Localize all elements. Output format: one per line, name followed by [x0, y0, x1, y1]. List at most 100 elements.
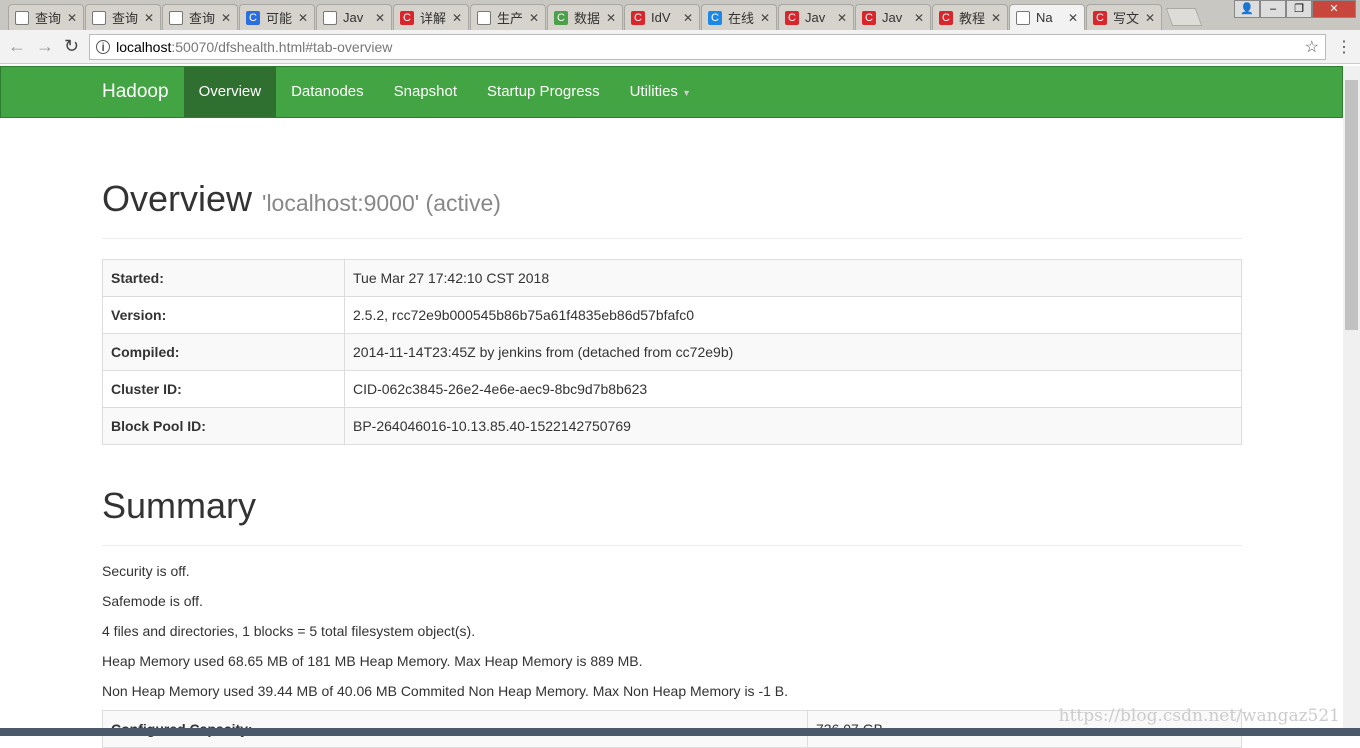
- browser-tab[interactable]: C IdV ✕: [624, 4, 700, 30]
- csdn-icon: C: [1093, 10, 1107, 25]
- page-icon: [15, 10, 29, 25]
- taskbar: [0, 728, 1360, 736]
- maximize-button[interactable]: ❐: [1286, 0, 1312, 18]
- page-icon: [169, 10, 183, 25]
- tab-label: 写文: [1113, 11, 1139, 26]
- close-tab-icon[interactable]: ✕: [683, 11, 693, 25]
- close-tab-icon[interactable]: ✕: [606, 11, 616, 25]
- browser-tab[interactable]: C 详解 ✕: [393, 4, 469, 30]
- watermark: https://blog.csdn.net/wangaz521: [1058, 706, 1340, 726]
- table-row: Compiled: 2014-11-14T23:45Z by jenkins fr…: [102, 333, 1242, 371]
- close-tab-icon[interactable]: ✕: [1068, 11, 1078, 25]
- page-icon: [92, 10, 106, 25]
- scrollbar[interactable]: [1343, 66, 1360, 728]
- overview-table: Started: Tue Mar 27 17:42:10 CST 2018 Vers…: [102, 259, 1242, 445]
- tab-label: Jav: [343, 10, 364, 25]
- site-icon: C: [554, 10, 568, 25]
- browser-tab[interactable]: C Jav ✕: [855, 4, 931, 30]
- nav-snapshot[interactable]: Snapshot: [379, 67, 472, 117]
- close-tab-icon[interactable]: ✕: [529, 11, 539, 25]
- browser-tab[interactable]: 查询 ✕: [8, 4, 84, 30]
- minimize-button[interactable]: –: [1260, 0, 1286, 18]
- browser-tab[interactable]: C 在线 ✕: [701, 4, 777, 30]
- back-icon[interactable]: ←: [8, 36, 26, 57]
- summary-line: 4 files and directories, 1 blocks = 5 to…: [102, 623, 476, 639]
- summary-heading: Summary: [102, 485, 1242, 546]
- row-value: 2014-11-14T23:45Z by jenkins from (detac…: [344, 333, 1242, 371]
- tab-label: 在线: [728, 11, 754, 26]
- user-icon[interactable]: 👤: [1234, 0, 1260, 18]
- summary-line: Heap Memory used 68.65 MB of 181 MB Heap…: [102, 653, 643, 669]
- browser-tab[interactable]: C 数据 ✕: [547, 4, 623, 30]
- menu-icon[interactable]: ⋮: [1336, 37, 1352, 57]
- browser-tab[interactable]: C 教程 ✕: [932, 4, 1008, 30]
- browser-tab[interactable]: C 写文 ✕: [1086, 4, 1162, 30]
- page-icon: [477, 10, 491, 25]
- bookmark-star-icon[interactable]: ☆: [1305, 37, 1319, 57]
- close-tab-icon[interactable]: ✕: [837, 11, 847, 25]
- table-row: Version: 2.5.2, rcc72e9b000545b86b75a61f4…: [102, 296, 1242, 334]
- url-path: :50070/dfshealth.html#tab-overview: [171, 38, 393, 55]
- row-label: Cluster ID:: [102, 370, 345, 408]
- summary-line: Security is off.: [102, 563, 190, 579]
- caret-down-icon: ▼: [682, 88, 692, 98]
- brand[interactable]: Hadoop: [87, 67, 184, 117]
- close-tab-icon[interactable]: ✕: [452, 11, 462, 25]
- close-window-button[interactable]: ✕: [1312, 0, 1356, 18]
- browser-tab[interactable]: C Jav ✕: [778, 4, 854, 30]
- nav-utilities-label: Utilities: [629, 83, 678, 100]
- overview-heading: Overview 'localhost:9000' (active): [102, 178, 1242, 239]
- row-value: BP-264046016-10.13.85.40-1522142750769: [344, 407, 1242, 445]
- address-bar: ← → ↻ i localhost:50070/dfshealth.html#t…: [0, 30, 1360, 64]
- close-tab-icon[interactable]: ✕: [1145, 11, 1155, 25]
- close-tab-icon[interactable]: ✕: [298, 11, 308, 25]
- csdn-icon: C: [785, 10, 799, 25]
- url-host: localhost: [116, 38, 172, 55]
- table-row: Block Pool ID: BP-264046016-10.13.85.40-1…: [102, 407, 1242, 445]
- row-label: Version:: [102, 296, 345, 334]
- csdn-icon: C: [400, 10, 414, 25]
- overview-subtitle: 'localhost:9000' (active): [262, 190, 501, 216]
- close-tab-icon[interactable]: ✕: [914, 11, 924, 25]
- close-tab-icon[interactable]: ✕: [375, 11, 385, 25]
- nav-startup-progress[interactable]: Startup Progress: [472, 67, 615, 117]
- close-tab-icon[interactable]: ✕: [991, 11, 1001, 25]
- navbar: Hadoop Overview Datanodes Snapshot Start…: [0, 66, 1343, 118]
- row-label: Compiled:: [102, 333, 345, 371]
- scrollbar-thumb[interactable]: [1345, 80, 1358, 330]
- page-icon: [1016, 10, 1030, 25]
- nav-overview[interactable]: Overview: [183, 67, 277, 117]
- summary-line: Safemode is off.: [102, 593, 203, 609]
- new-tab-button[interactable]: [1165, 8, 1203, 26]
- tab-label: 数据: [574, 11, 600, 26]
- browser-tab[interactable]: C 可能 ✕: [239, 4, 315, 30]
- info-icon[interactable]: i: [96, 39, 111, 54]
- overview-title: Overview: [102, 178, 253, 219]
- browser-tab[interactable]: Na ✕: [1009, 4, 1085, 30]
- row-value: CID-062c3845-26e2-4e6e-aec9-8bc9d7b8b623: [344, 370, 1242, 408]
- row-value: Tue Mar 27 17:42:10 CST 2018: [344, 259, 1242, 297]
- tab-label: 查询: [35, 11, 61, 26]
- row-label: Started:: [102, 259, 345, 297]
- browser-tab[interactable]: Jav ✕: [316, 4, 392, 30]
- close-tab-icon[interactable]: ✕: [67, 11, 77, 25]
- close-tab-icon[interactable]: ✕: [221, 11, 231, 25]
- tab-label: Jav: [882, 10, 903, 25]
- browser-tab[interactable]: 生产 ✕: [470, 4, 546, 30]
- url-input[interactable]: i localhost:50070/dfshealth.html#tab-ove…: [89, 33, 1326, 60]
- tab-label: 查询: [112, 11, 138, 26]
- window-controls: 👤 – ❐ ✕: [1234, 0, 1356, 18]
- browser-tab[interactable]: 查询 ✕: [162, 4, 238, 30]
- nav-datanodes[interactable]: Datanodes: [276, 67, 379, 117]
- browser-tab[interactable]: 查询 ✕: [85, 4, 161, 30]
- close-tab-icon[interactable]: ✕: [144, 11, 154, 25]
- csdn-icon: C: [939, 10, 953, 25]
- tab-label: 生产: [497, 11, 523, 26]
- close-tab-icon[interactable]: ✕: [760, 11, 770, 25]
- nav-utilities[interactable]: Utilities ▼: [615, 67, 706, 117]
- reload-icon[interactable]: ↻: [64, 36, 79, 57]
- tab-label: IdV: [651, 10, 671, 25]
- main-content: Overview 'localhost:9000' (active) Start…: [102, 118, 1242, 748]
- forward-icon[interactable]: →: [36, 36, 54, 57]
- tab-strip: 查询 ✕ 查询 ✕ 查询 ✕ C 可能 ✕ Jav ✕ C 详解 ✕ 生产 ✕ C 数据 ✕ C IdV ✕ C 在线 ✕ C Ja…: [0, 0, 1360, 30]
